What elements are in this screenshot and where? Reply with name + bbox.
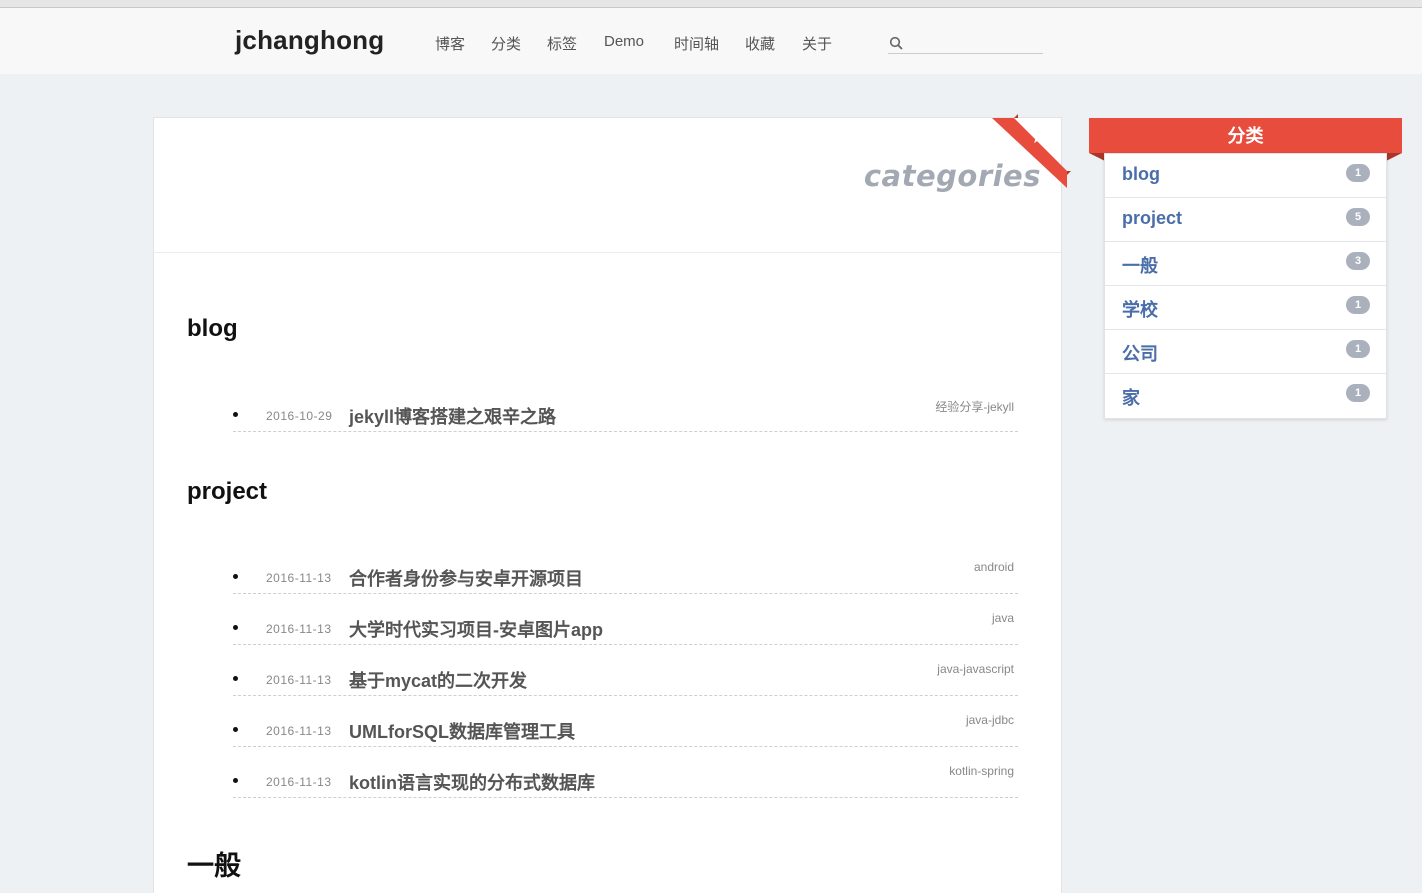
post-item: 2016-11-13 基于mycat的二次开发 java-javascript — [233, 646, 1018, 696]
sidebar-item-blog[interactable]: blog 1 — [1105, 154, 1386, 198]
post-tags: java — [991, 611, 1014, 625]
sidebar-item-label: 一般 — [1122, 256, 1158, 276]
post-date: 2016-11-13 — [266, 724, 332, 738]
post-item: 2016-11-13 kotlin语言实现的分布式数据库 kotlin-spri… — [233, 748, 1018, 798]
search-box — [888, 32, 1043, 54]
sidebar-item-label: 学校 — [1122, 300, 1158, 320]
bullet — [233, 727, 238, 732]
post-item: 2016-11-13 大学时代实习项目-安卓图片app java — [233, 595, 1018, 645]
card-header: categories — [154, 118, 1061, 253]
sidebar-item-school[interactable]: 学校 1 — [1105, 286, 1386, 330]
count-badge: 5 — [1346, 208, 1370, 226]
sidebar-item-label: project — [1122, 208, 1183, 228]
category-heading-project: project — [187, 478, 268, 505]
sidebar-item-label: blog — [1122, 164, 1160, 184]
category-heading-general: 一般 — [187, 851, 241, 881]
bullet — [233, 676, 238, 681]
search-icon[interactable] — [889, 36, 903, 50]
post-title-link[interactable]: 基于mycat的二次开发 — [349, 667, 527, 693]
bullet — [233, 625, 238, 630]
count-badge: 3 — [1346, 252, 1370, 270]
ribbon-fold-left — [1089, 153, 1105, 161]
nav-item-tags[interactable]: 标签 — [547, 33, 577, 54]
ribbon-fold-right — [1386, 153, 1402, 161]
post-date: 2016-11-13 — [266, 571, 332, 585]
post-title-link[interactable]: UMLforSQL数据库管理工具 — [349, 718, 575, 744]
sidebar-title-ribbon: 分类 — [1089, 118, 1402, 153]
sidebar-item-home[interactable]: 家 1 — [1105, 374, 1386, 418]
bullet — [233, 574, 238, 579]
post-date: 2016-11-13 — [266, 622, 332, 636]
nav-item-timeline[interactable]: 时间轴 — [674, 33, 719, 54]
post-date: 2016-11-13 — [266, 775, 332, 789]
category-heading-blog: blog — [187, 315, 238, 342]
post-tags: java-jdbc — [965, 713, 1014, 727]
post-item: 2016-10-29 jekyll博客搭建之艰辛之路 经验分享-jekyll — [233, 382, 1018, 432]
post-tags: kotlin-spring — [949, 764, 1014, 778]
nav-item-blog[interactable]: 博客 — [435, 33, 465, 54]
nav-item-about[interactable]: 关于 — [802, 33, 832, 54]
post-title-link[interactable]: kotlin语言实现的分布式数据库 — [349, 769, 595, 795]
post-item: 2016-11-13 合作者身份参与安卓开源项目 android — [233, 544, 1018, 594]
navbar: jchanghong 博客 分类 标签 Demo 时间轴 收藏 关于 — [0, 8, 1422, 74]
nav-item-categories[interactable]: 分类 — [491, 33, 521, 54]
post-title-link[interactable]: 合作者身份参与安卓开源项目 — [349, 565, 583, 591]
count-badge: 1 — [1346, 340, 1370, 358]
nav-item-demo[interactable]: Demo — [604, 33, 644, 50]
sidebar-item-label: 家 — [1122, 388, 1140, 408]
sidebar-item-label: 公司 — [1122, 344, 1158, 364]
corner-ribbon — [992, 114, 1071, 188]
post-date: 2016-11-13 — [266, 673, 332, 687]
post-tags: java-javascript — [937, 662, 1014, 676]
post-tags: android — [973, 560, 1014, 574]
bullet — [233, 778, 238, 783]
post-title-link[interactable]: 大学时代实习项目-安卓图片app — [349, 616, 603, 642]
sidebar-item-general[interactable]: 一般 3 — [1105, 242, 1386, 286]
count-badge: 1 — [1346, 164, 1370, 182]
count-badge: 1 — [1346, 384, 1370, 402]
post-date: 2016-10-29 — [266, 409, 333, 423]
post-item: 2016-11-13 UMLforSQL数据库管理工具 java-jdbc — [233, 697, 1018, 747]
sidebar-item-company[interactable]: 公司 1 — [1105, 330, 1386, 374]
sidebar-item-project[interactable]: project 5 — [1105, 198, 1386, 242]
post-title-link[interactable]: jekyll博客搭建之艰辛之路 — [349, 403, 556, 429]
bullet — [233, 412, 238, 417]
nav-item-favorites[interactable]: 收藏 — [745, 33, 775, 54]
post-tags: 经验分享-jekyll — [935, 400, 1014, 414]
sidebar-category-list: blog 1 project 5 一般 3 学校 1 公司 1 家 1 — [1104, 153, 1387, 419]
site-brand[interactable]: jchanghong — [235, 25, 384, 56]
main-card: categories blog 2016-10-29 jekyll博客搭建之艰辛… — [153, 114, 1071, 893]
browser-top-strip — [0, 0, 1422, 8]
count-badge: 1 — [1346, 296, 1370, 314]
search-input[interactable] — [908, 32, 1042, 53]
